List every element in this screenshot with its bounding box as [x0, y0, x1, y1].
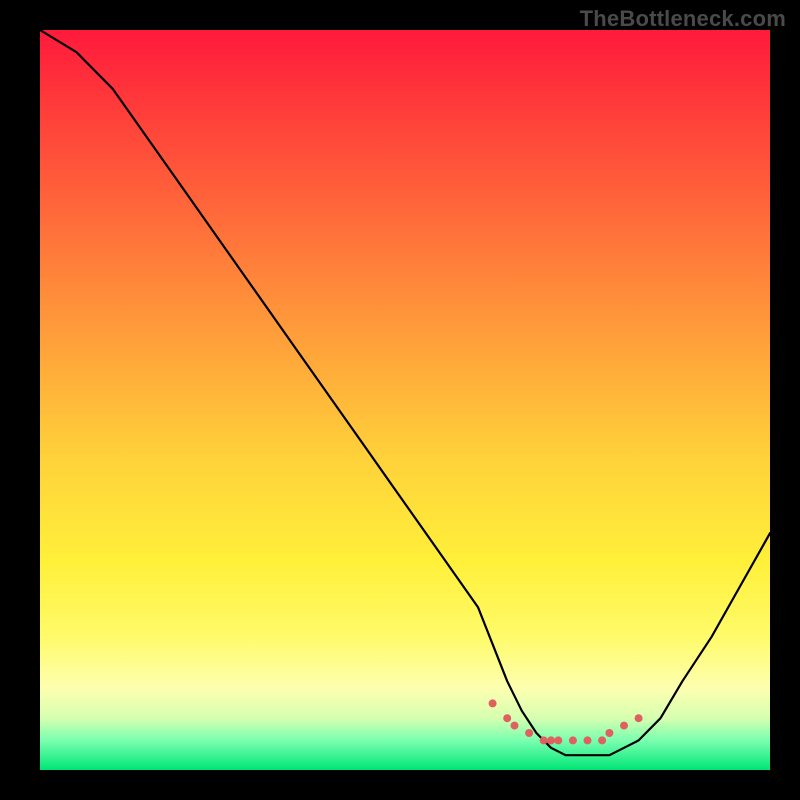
sweet-spot-dot [620, 722, 628, 730]
watermark-text: TheBottleneck.com [580, 6, 786, 32]
plot-area [40, 30, 770, 770]
sweet-spot-dot [598, 736, 606, 744]
sweet-spot-dot [569, 736, 577, 744]
sweet-spot-dot [584, 736, 592, 744]
sweet-spot-dots [489, 699, 643, 744]
sweet-spot-dot [635, 714, 643, 722]
sweet-spot-dot [511, 722, 519, 730]
sweet-spot-dot [489, 699, 497, 707]
chart-frame: TheBottleneck.com [0, 0, 800, 800]
bottleneck-curve [40, 30, 770, 755]
sweet-spot-dot [554, 736, 562, 744]
sweet-spot-dot [503, 714, 511, 722]
chart-svg [40, 30, 770, 770]
sweet-spot-dot [540, 736, 548, 744]
sweet-spot-dot [605, 729, 613, 737]
sweet-spot-dot [525, 729, 533, 737]
sweet-spot-dot [547, 736, 555, 744]
